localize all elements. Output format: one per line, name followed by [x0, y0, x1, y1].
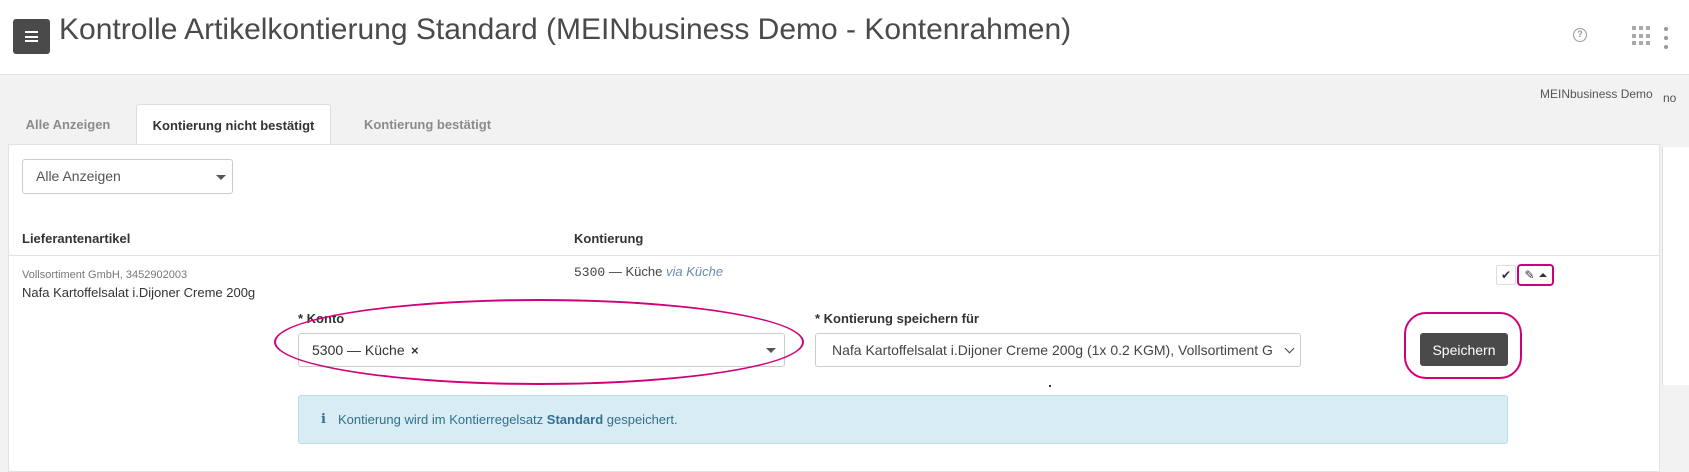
save-button[interactable]: Speichern: [1420, 333, 1508, 366]
check-icon: ✔: [1500, 268, 1512, 282]
konto-name: — Küche: [608, 264, 663, 279]
tab-alle-anzeigen[interactable]: Alle Anzeigen: [8, 104, 128, 145]
save-for-select[interactable]: Nafa Kartoffelsalat i.Dijoner Creme 200g…: [815, 333, 1301, 367]
save-for-select-value: Nafa Kartoffelsalat i.Dijoner Creme 200g…: [832, 342, 1272, 358]
konto-select-value: 5300 — Küche: [312, 342, 405, 358]
current-kontierung: 5300 — Küche via Küche: [574, 264, 723, 280]
supplier-info: Vollsortiment GmbH, 3452902003: [22, 269, 188, 281]
via-prefix: via: [665, 264, 683, 279]
more-vertical-icon[interactable]: [1664, 27, 1668, 49]
save-for-label: * Kontierung speichern für: [815, 311, 979, 326]
info-text-bold: Standard: [546, 412, 604, 427]
menu-icon: [25, 31, 38, 42]
confirm-button[interactable]: ✔: [1496, 265, 1516, 285]
menu-button[interactable]: [13, 19, 50, 54]
page-title: Kontrolle Artikelkontierung Standard (ME…: [59, 13, 1072, 46]
caret-down-icon: [216, 175, 226, 180]
filter-select[interactable]: Alle Anzeigen: [22, 159, 233, 194]
via-link[interactable]: Küche: [686, 264, 723, 279]
info-text-after: gespeichert.: [606, 412, 678, 427]
help-circle-icon[interactable]: ?: [1573, 28, 1587, 42]
side-panel-edge: [1662, 147, 1689, 385]
apps-grid-icon[interactable]: [1632, 26, 1652, 46]
filter-select-value: Alle Anzeigen: [36, 168, 121, 184]
caret-up-icon: [1538, 273, 1547, 277]
edit-toggle-button[interactable]: ✎: [1517, 264, 1554, 286]
company-name: MEINbusiness Demo: [1540, 87, 1653, 101]
table-header-divider: [9, 255, 1659, 256]
tab-kontierung-nicht-bestaetigt[interactable]: Kontierung nicht bestätigt: [136, 104, 331, 146]
info-text-before: Kontierung wird im Kontierregelsatz: [337, 412, 544, 427]
clear-icon[interactable]: ×: [411, 343, 419, 358]
caret-down-icon: [766, 348, 776, 353]
article-name: Nafa Kartoffelsalat i.Dijoner Creme 200g: [22, 285, 256, 300]
konto-number: 5300: [574, 265, 606, 280]
stray-dot: [1049, 385, 1051, 387]
chevron-down-icon: [1284, 343, 1295, 354]
pencil-icon: ✎: [1524, 268, 1535, 282]
konto-label: * Konto: [298, 311, 345, 326]
info-alert: i Kontierung wird im Kontierregelsatz St…: [298, 395, 1508, 444]
top-bar: Kontrolle Artikelkontierung Standard (ME…: [0, 0, 1689, 75]
column-header-lieferantenartikel: Lieferantenartikel: [22, 231, 131, 246]
tab-kontierung-bestaetigt[interactable]: Kontierung bestätigt: [341, 104, 514, 145]
column-header-kontierung: Kontierung: [574, 231, 644, 246]
konto-select[interactable]: 5300 — Küche ×: [298, 333, 785, 367]
company-name-overflow: no: [1663, 91, 1677, 105]
info-text: Kontierung wird im Kontierregelsatz Stan…: [338, 412, 678, 427]
info-icon: i: [321, 412, 326, 427]
